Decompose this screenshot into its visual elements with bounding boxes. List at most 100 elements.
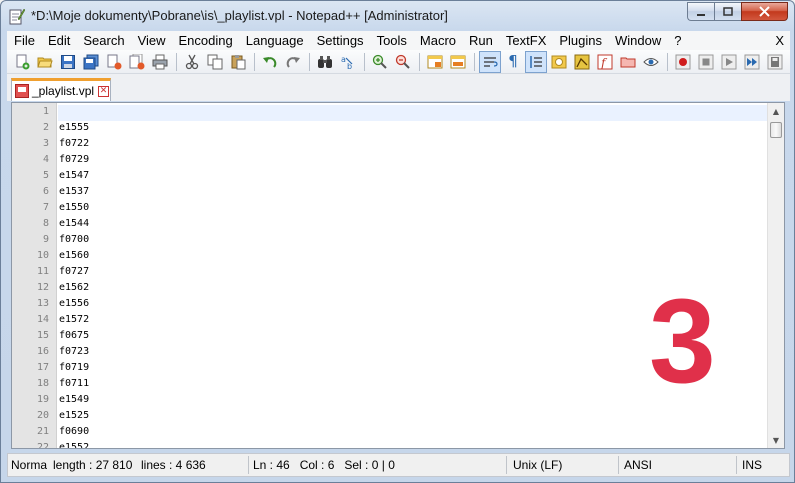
close-file-button[interactable] [103, 51, 125, 73]
toolbar-separator [364, 52, 365, 71]
paste-button[interactable] [227, 51, 249, 73]
menu-run[interactable]: Run [462, 31, 499, 50]
function-list-icon: f [597, 54, 613, 70]
save-macro-button[interactable] [764, 51, 786, 73]
editor-line-text: f0729 [59, 154, 90, 165]
sync-vertical-button[interactable] [424, 51, 446, 73]
replace-button[interactable]: ab [337, 51, 359, 73]
editor-line-text: e1556 [59, 298, 90, 309]
toolbar-separator [667, 52, 668, 71]
start-recording-macro-button[interactable] [672, 51, 694, 73]
monitoring-button[interactable] [640, 51, 662, 73]
unsaved-file-icon [15, 84, 29, 98]
line-number: 21 [36, 426, 49, 437]
save-all-button[interactable] [80, 51, 102, 73]
indent-guide-icon [530, 55, 542, 68]
menu-settings[interactable]: Settings [310, 31, 370, 50]
copy-button[interactable] [204, 51, 226, 73]
menu-plugins[interactable]: Plugins [552, 31, 608, 50]
line-number: 13 [36, 298, 49, 309]
cut-button[interactable] [181, 51, 203, 73]
redo-icon [286, 56, 300, 68]
line-number: 17 [36, 362, 49, 373]
binoculars-icon [318, 55, 332, 68]
maximize-button[interactable] [714, 2, 741, 21]
line-number: 10 [36, 250, 49, 261]
line-number: 9 [42, 234, 49, 245]
print-button[interactable] [149, 51, 171, 73]
editor-line-text: e1572 [59, 314, 90, 325]
save-icon [61, 54, 75, 69]
sync-horizontal-button[interactable] [447, 51, 469, 73]
menu-edit[interactable]: Edit [41, 31, 76, 50]
save-button[interactable] [57, 51, 79, 73]
menu-textfx[interactable]: TextFX [499, 31, 552, 50]
editor-line-text: e1550 [59, 202, 90, 213]
menu-help[interactable]: ? [667, 31, 687, 50]
find-button[interactable] [314, 51, 336, 73]
open-file-button[interactable] [34, 51, 56, 73]
line-number: 18 [36, 378, 49, 389]
menu-window[interactable]: Window [608, 31, 667, 50]
editor-line-text: e1552 [59, 442, 90, 449]
status-length: length : 27 810 [53, 458, 133, 472]
line-number: 11 [36, 266, 49, 277]
editor-line-text: f0722 [59, 138, 90, 149]
menu-macro[interactable]: Macro [413, 31, 462, 50]
window-controls [687, 2, 788, 22]
new-file-icon [16, 54, 30, 69]
new-file-button[interactable] [11, 51, 33, 73]
save-macro-icon [767, 54, 783, 69]
indent-guide-button[interactable] [525, 50, 547, 73]
function-list-button[interactable]: f [594, 51, 616, 73]
tab-close-button[interactable]: ✕ [98, 85, 110, 97]
scroll-down-arrow[interactable]: ▼ [768, 432, 784, 448]
current-line-highlight [58, 105, 767, 121]
sync-horizontal-icon [450, 55, 466, 68]
menu-file[interactable]: File [7, 31, 41, 50]
menu-view[interactable]: View [131, 31, 172, 50]
close-all-button[interactable] [126, 51, 148, 73]
status-divider [248, 456, 249, 474]
close-all-icon [129, 53, 145, 69]
close-document-button[interactable]: X [775, 31, 784, 50]
status-position: Ln : 46 Col : 6 Sel : 0 | 0 [253, 458, 395, 472]
word-wrap-button[interactable] [479, 50, 501, 73]
close-window-button[interactable] [741, 2, 788, 21]
line-number: 6 [42, 186, 49, 197]
editor-line-text: e1525 [59, 410, 90, 421]
svg-text:a: a [341, 55, 346, 64]
playback-macro-button[interactable] [718, 51, 740, 73]
print-icon [152, 54, 168, 69]
zoom-out-button[interactable] [392, 51, 414, 73]
menu-language[interactable]: Language [239, 31, 310, 50]
menu-search[interactable]: Search [76, 31, 130, 50]
title-bar[interactable]: *D:\Moje dokumenty\Pobrane\is\_playlist.… [1, 1, 794, 31]
folder-as-workspace-button[interactable] [617, 51, 639, 73]
document-map-button[interactable] [571, 51, 593, 73]
line-number: 12 [36, 282, 49, 293]
minimize-icon [697, 13, 705, 16]
scroll-up-arrow[interactable]: ▲ [768, 103, 784, 119]
pilcrow-icon: ¶ [508, 52, 518, 70]
undo-button[interactable] [259, 51, 281, 73]
show-all-characters-button[interactable]: ¶ [502, 51, 524, 73]
minimize-button[interactable] [687, 2, 714, 21]
redo-button[interactable] [282, 51, 304, 73]
paste-icon [231, 54, 246, 69]
menu-encoding[interactable]: Encoding [172, 31, 239, 50]
notepadpp-app-icon [9, 8, 25, 25]
stop-recording-macro-button[interactable] [695, 51, 717, 73]
save-all-icon [83, 54, 99, 69]
tab-playlist-vpl[interactable]: _playlist.vpl ✕ [11, 78, 111, 101]
vertical-scrollbar[interactable]: ▲ ▼ [767, 103, 784, 448]
toolbar: ab ¶ f [7, 50, 790, 74]
run-macro-multiple-button[interactable] [741, 51, 763, 73]
user-defined-language-button[interactable] [548, 51, 570, 73]
close-file-icon [107, 54, 122, 69]
folder-icon [620, 57, 636, 67]
toolbar-separator [309, 52, 310, 71]
scrollbar-thumb[interactable] [770, 122, 782, 138]
menu-tools[interactable]: Tools [370, 31, 413, 50]
zoom-in-button[interactable] [369, 51, 391, 73]
